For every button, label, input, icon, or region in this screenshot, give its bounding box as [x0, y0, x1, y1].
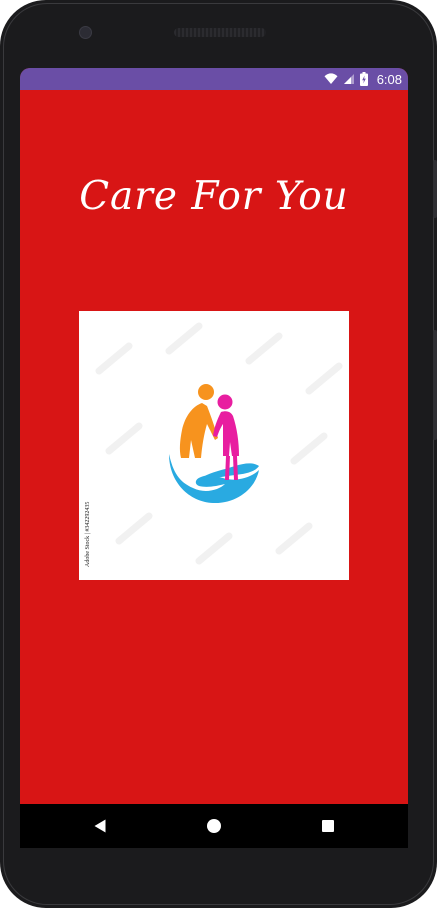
home-circle-icon [207, 819, 221, 833]
home-button[interactable] [204, 816, 224, 836]
recents-square-icon [322, 820, 334, 832]
power-button [433, 160, 437, 218]
app-screen: 6:08 Care For You Adobe Stock | #3422924… [20, 68, 408, 804]
navigation-bar [20, 804, 408, 848]
wifi-icon [324, 73, 338, 84]
phone-frame: 6:08 Care For You Adobe Stock | #3422924… [0, 0, 437, 908]
stock-watermark: Adobe Stock | #342292435 [85, 501, 91, 567]
caregiver-logo-icon [169, 384, 259, 504]
back-triangle-icon [94, 819, 106, 833]
battery-icon [359, 72, 368, 86]
back-button[interactable] [90, 816, 110, 836]
page-title: Care For You [79, 174, 349, 219]
logo-image: Adobe Stock | #342292435 [79, 311, 349, 580]
front-camera [79, 26, 92, 39]
earpiece-speaker [174, 28, 266, 37]
status-icons: 6:08 [324, 71, 402, 87]
recents-button[interactable] [318, 816, 338, 836]
signal-icon [343, 74, 354, 84]
status-bar: 6:08 [20, 68, 408, 90]
volume-button [433, 330, 437, 440]
status-time: 6:08 [376, 71, 402, 87]
